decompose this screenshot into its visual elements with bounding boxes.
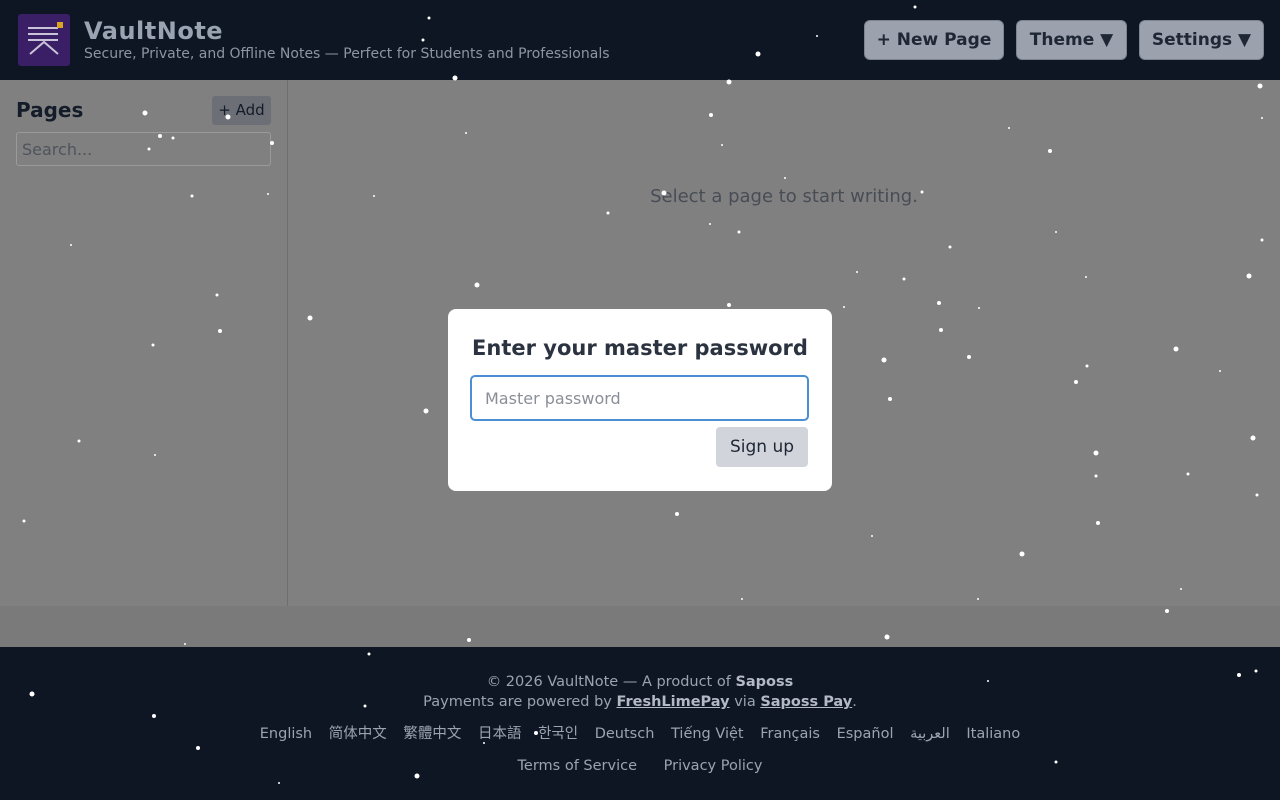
page-search-input[interactable] [16, 132, 271, 166]
language-link-traditional-chinese[interactable]: 繁體中文 [403, 726, 461, 742]
notebook-logo-icon [28, 22, 63, 55]
via-text: via [734, 694, 756, 710]
saposs-pay-link[interactable]: Saposs Pay [760, 694, 852, 710]
app-tagline: Secure, Private, and Offline Notes — Per… [84, 46, 610, 62]
payments-text: Payments are powered by [423, 694, 612, 710]
sign-up-button[interactable]: Sign up [716, 427, 808, 467]
payments-line: Payments are powered by FreshLimePay via… [423, 694, 857, 710]
page-footer: © 2026 VaultNote — A product of Saposs P… [0, 647, 1280, 800]
theme-dropdown-button[interactable]: Theme ▼ [1016, 20, 1127, 60]
app-logo [18, 14, 70, 66]
language-link-vietnamese[interactable]: Tiếng Việt [671, 726, 744, 742]
language-selector: English 简体中文 繁體中文 日本語 한국인 Deutsch Tiếng … [0, 725, 1280, 743]
empty-editor-message: Select a page to start writing. [650, 186, 918, 207]
legal-links: Terms of Service Privacy Policy [0, 757, 1280, 775]
copyright-line: © 2026 VaultNote — A product of Saposs [0, 673, 1280, 691]
language-link-german[interactable]: Deutsch [595, 726, 655, 742]
app-header: VaultNote Secure, Private, and Offline N… [0, 0, 1280, 80]
app-title: VaultNote [84, 17, 224, 45]
master-password-dialog: Enter your master password Sign up [448, 309, 832, 491]
language-link-simplified-chinese[interactable]: 简体中文 [329, 726, 387, 742]
language-link-korean[interactable]: 한국인 [538, 726, 578, 742]
language-link-arabic[interactable]: العربية [910, 726, 950, 742]
language-link-french[interactable]: Français [760, 726, 820, 742]
language-link-japanese[interactable]: 日本語 [478, 726, 522, 742]
settings-dropdown-button[interactable]: Settings ▼ [1139, 20, 1264, 60]
language-link-italian[interactable]: Italiano [966, 726, 1020, 742]
company-name: Saposs [735, 674, 794, 690]
sidebar-title: Pages [16, 98, 84, 122]
master-password-input[interactable] [470, 375, 809, 421]
copyright-text: © 2026 VaultNote — A product of [486, 674, 731, 690]
privacy-policy-link[interactable]: Privacy Policy [664, 758, 763, 774]
pages-sidebar: Pages + Add [0, 80, 288, 606]
add-page-button[interactable]: + Add [212, 96, 271, 125]
language-link-english[interactable]: English [260, 726, 312, 742]
language-link-spanish[interactable]: Español [837, 726, 894, 742]
freshlimepay-link[interactable]: FreshLimePay [616, 694, 729, 710]
new-page-button[interactable]: + New Page [864, 20, 1004, 60]
terms-of-service-link[interactable]: Terms of Service [518, 758, 637, 774]
bottom-strip [0, 606, 1280, 647]
dialog-title: Enter your master password [472, 336, 808, 360]
